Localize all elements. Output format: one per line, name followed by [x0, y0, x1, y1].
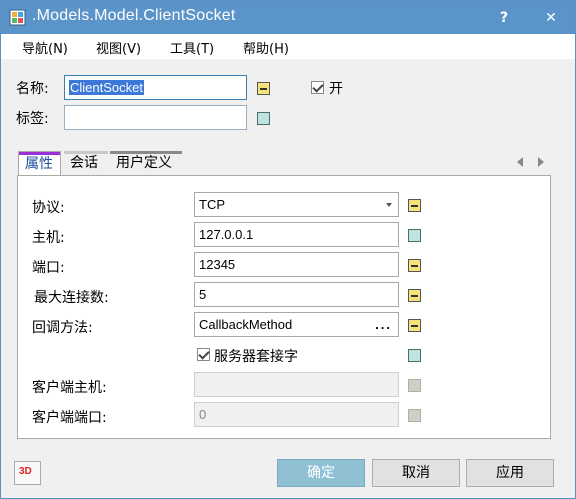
tab-properties[interactable]: 属性 [18, 151, 61, 176]
max-connections-minus-button[interactable] [408, 289, 421, 302]
tab-scroll-left-icon[interactable] [517, 157, 523, 167]
tab-scroll-right-icon[interactable] [538, 157, 544, 167]
tab-properties-label: 属性 [25, 156, 53, 172]
menu-tools[interactable]: 工具(T) [170, 38, 214, 57]
help-button[interactable]: ? [489, 5, 519, 31]
protocol-select[interactable]: TCP [194, 192, 399, 217]
host-label: 主机: [32, 230, 65, 246]
tag-square-button[interactable] [257, 112, 270, 125]
name-minus-button[interactable] [257, 82, 270, 95]
client-host-square-button [408, 379, 421, 392]
host-square-button[interactable] [408, 229, 421, 242]
tag-label: 标签: [16, 111, 49, 127]
protocol-minus-button[interactable] [408, 199, 421, 212]
client-port-square-button [408, 409, 421, 422]
menu-help[interactable]: 帮助(H) [243, 38, 289, 57]
tab-user-defined[interactable]: 用户定义 [110, 151, 182, 177]
name-input-value: ClientSocket [69, 80, 144, 95]
server-socket-checkbox[interactable] [197, 348, 210, 361]
host-input[interactable]: 127.0.0.1 [194, 222, 399, 247]
menu-bar: 导航(N) 视图(V) 工具(T) 帮助(H) [1, 34, 575, 59]
app-icon [9, 9, 26, 26]
port-label: 端口: [32, 260, 65, 276]
port-minus-button[interactable] [408, 259, 421, 272]
client-port-input: 0 [194, 402, 399, 427]
server-socket-square-button[interactable] [408, 349, 421, 362]
ok-button[interactable]: 确定 [277, 459, 365, 487]
properties-dialog: .Models.Model.ClientSocket ? ✕ 导航(N) 视图(… [0, 0, 576, 499]
name-label: 名称: [16, 81, 49, 97]
3d-icon: 3D [19, 466, 32, 477]
tab-user-defined-accent [110, 151, 182, 154]
protocol-value: TCP [199, 197, 225, 212]
tag-input[interactable] [64, 105, 247, 130]
apply-button[interactable]: 应用 [466, 459, 554, 487]
max-connections-label: 最大连接数: [34, 290, 109, 306]
menu-view[interactable]: 视图(V) [96, 38, 141, 57]
server-socket-label: 服务器套接字 [214, 349, 298, 365]
callback-minus-button[interactable] [408, 319, 421, 332]
tab-session[interactable]: 会话 [64, 151, 108, 177]
tab-properties-accent [19, 152, 60, 155]
port-input[interactable]: 12345 [194, 252, 399, 277]
menu-navigate[interactable]: 导航(N) [22, 38, 68, 57]
open-label: 开 [329, 81, 343, 97]
max-connections-input[interactable]: 5 [194, 282, 399, 307]
cancel-button[interactable]: 取消 [372, 459, 460, 487]
client-host-input [194, 372, 399, 397]
name-input[interactable]: ClientSocket [64, 75, 247, 100]
title-bar[interactable]: .Models.Model.ClientSocket ? ✕ [1, 1, 575, 34]
callback-label: 回调方法: [32, 320, 93, 336]
window-title: .Models.Model.ClientSocket [32, 7, 236, 24]
close-button[interactable]: ✕ [536, 5, 566, 31]
client-host-label: 客户端主机: [32, 380, 107, 396]
tab-session-label: 会话 [70, 155, 98, 171]
callback-value: CallbackMethod [199, 317, 293, 332]
tab-user-defined-label: 用户定义 [116, 155, 172, 171]
protocol-label: 协议: [32, 200, 65, 216]
chevron-down-icon [386, 203, 392, 207]
3d-view-button[interactable]: 3D [14, 461, 41, 485]
callback-input[interactable]: CallbackMethod ... [194, 312, 399, 337]
callback-browse-button[interactable]: ... [375, 313, 392, 336]
tab-session-accent [64, 151, 108, 154]
open-checkbox[interactable] [311, 81, 324, 94]
client-port-label: 客户端端口: [32, 410, 107, 426]
